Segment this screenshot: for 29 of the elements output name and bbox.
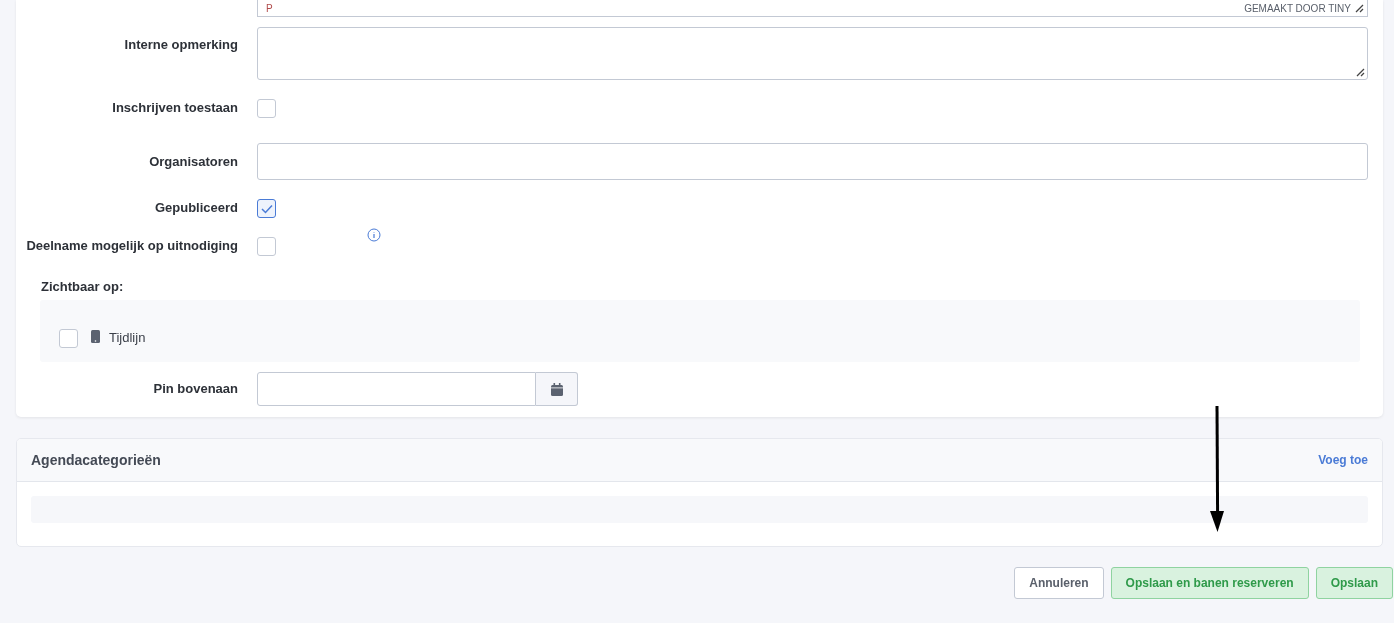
resize-handle-icon — [1355, 3, 1364, 13]
action-button[interactable]: Annuleren — [1014, 567, 1104, 599]
editor-credit: GEMAAKT DOOR TINY — [1244, 1, 1351, 16]
date-input-field[interactable] — [257, 372, 536, 406]
checkbox[interactable] — [257, 99, 276, 118]
checkbox[interactable] — [257, 199, 276, 218]
field-label: Gepubliceerd — [154, 199, 238, 217]
action-button[interactable]: Opslaan en banen reserveren — [1110, 567, 1309, 599]
checkbox[interactable] — [257, 237, 276, 256]
checkbox[interactable] — [59, 328, 78, 348]
phone-icon — [91, 329, 100, 343]
calendar-button[interactable] — [536, 372, 578, 406]
section-label: Zichtbaar op: — [41, 279, 124, 294]
field-label: Pin bovenaan — [153, 380, 238, 399]
field-label: Inschrijven toestaan — [112, 99, 238, 117]
option-label: Tijdlijn — [109, 329, 146, 348]
field-label: Interne opmerking — [124, 36, 238, 54]
action-button[interactable]: Opslaan — [1315, 567, 1393, 599]
text-input-field[interactable] — [257, 143, 1368, 180]
editor-path: P — [266, 1, 273, 16]
info-icon[interactable] — [367, 228, 381, 242]
card-title: Agendacategorieën — [31, 450, 161, 470]
add-link[interactable]: Voeg toe — [1318, 451, 1368, 469]
textarea-field[interactable] — [257, 27, 1368, 80]
calendar-icon — [550, 382, 563, 396]
checkmark-icon — [260, 203, 273, 214]
field-label: Deelname mogelijk op uitnodiging — [26, 237, 238, 255]
resize-handle-icon — [1356, 68, 1365, 77]
field-label: Organisatoren — [149, 152, 238, 171]
